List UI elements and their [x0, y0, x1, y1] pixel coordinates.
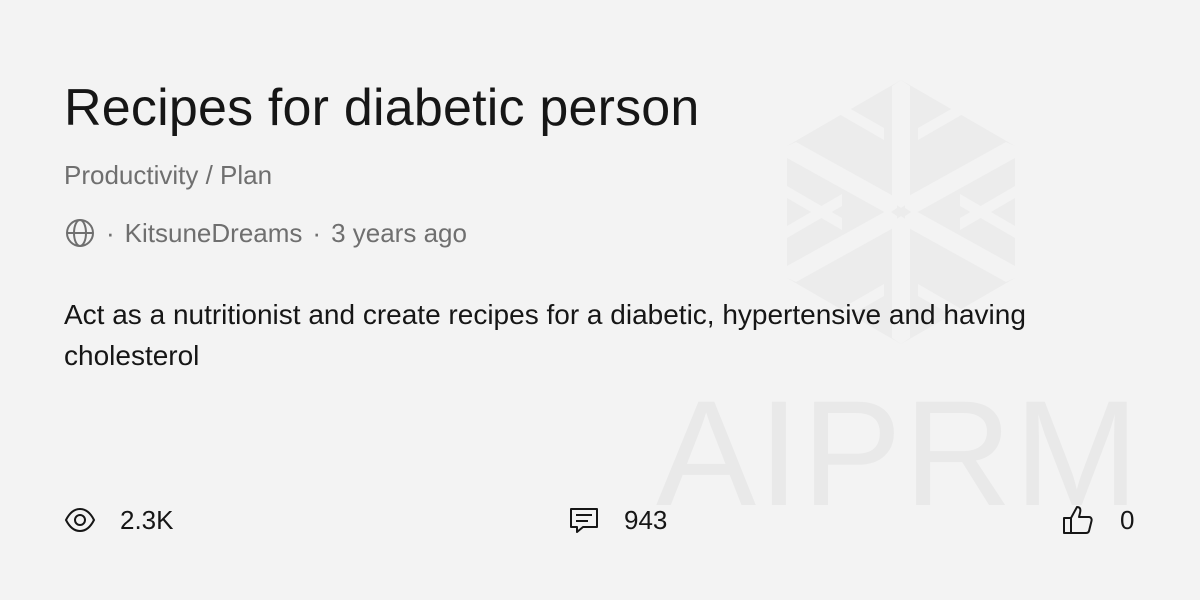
page-title: Recipes for diabetic person	[64, 79, 700, 137]
prompt-card: Recipes for diabetic person Productivity…	[64, 0, 1144, 600]
likes-count: 0	[1120, 504, 1135, 535]
meta-separator: ·	[312, 217, 322, 248]
globe-icon	[66, 219, 94, 247]
author-link[interactable]: KitsuneDreams	[125, 218, 303, 249]
views-stat: 2.3K	[64, 500, 174, 540]
comments-stat: 943	[568, 500, 667, 540]
likes-stat[interactable]: 0	[1062, 500, 1134, 540]
views-count: 2.3K	[120, 504, 174, 535]
prompt-meta: · KitsuneDreams · 3 years ago	[64, 216, 467, 250]
comment-icon	[570, 508, 598, 533]
category-breadcrumb[interactable]: Productivity / Plan	[64, 160, 272, 191]
prompt-age: 3 years ago	[331, 217, 467, 248]
comments-count: 943	[624, 504, 668, 535]
eye-icon	[64, 507, 96, 533]
prompt-description: Act as a nutritionist and create recipes…	[64, 299, 1026, 371]
thumbs-up-icon[interactable]	[1062, 504, 1094, 536]
meta-separator: ·	[106, 217, 115, 248]
